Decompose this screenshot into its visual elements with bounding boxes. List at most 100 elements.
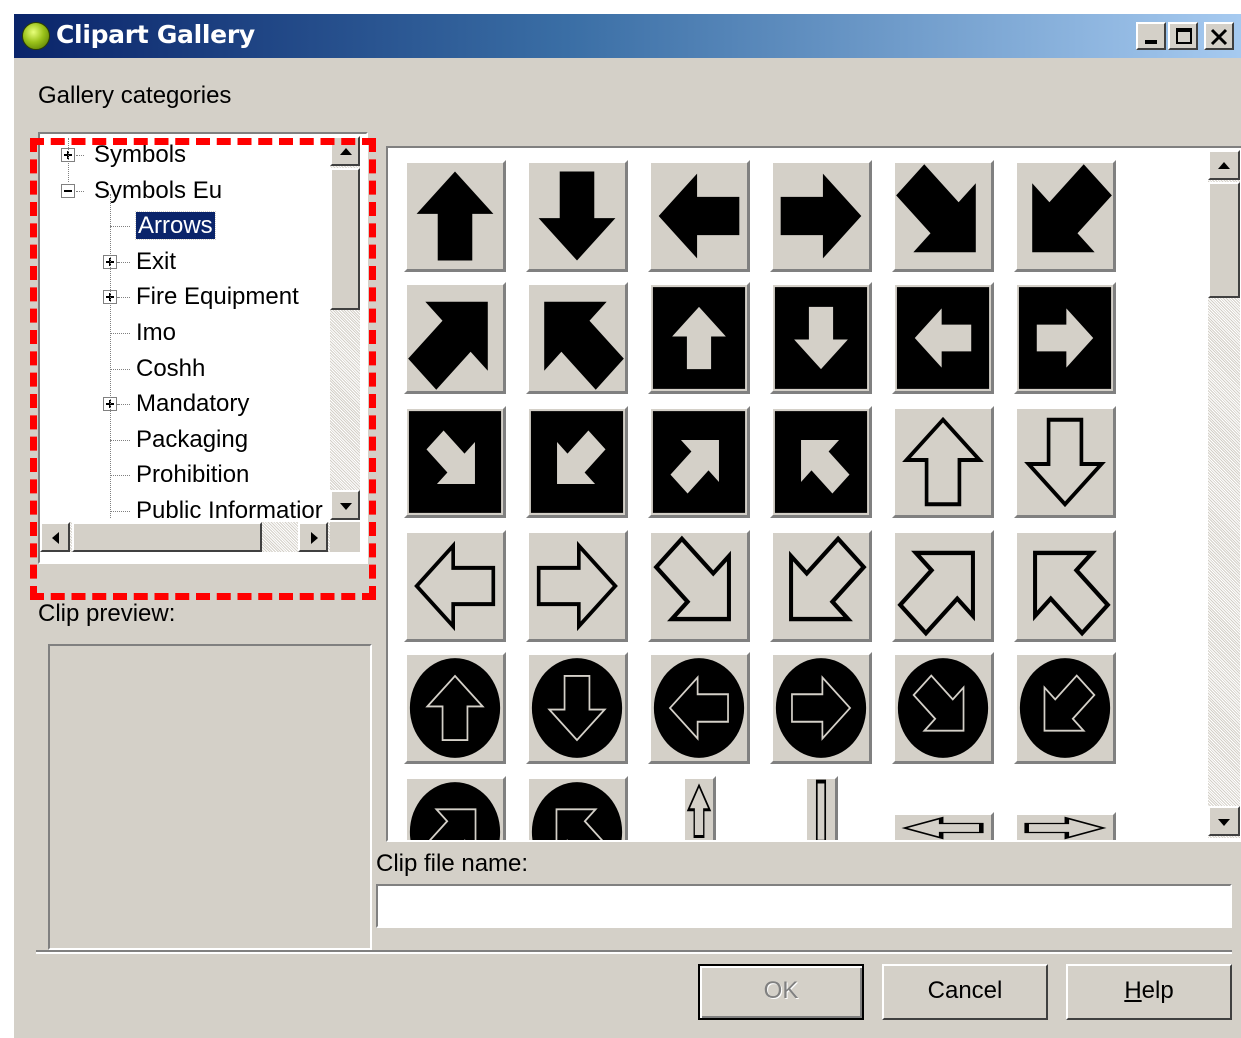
clip-thumbnail[interactable] — [1014, 812, 1116, 840]
arrow-right-icon — [536, 540, 618, 632]
tree-item-mandatory[interactable]: Mandatory — [136, 387, 249, 421]
clip-thumbnail[interactable] — [892, 530, 994, 642]
clip-thumbnail[interactable] — [892, 160, 994, 272]
clip-file-name-field[interactable] — [376, 884, 1232, 928]
clip-thumbnail[interactable] — [404, 652, 506, 764]
clip-thumbnail[interactable] — [1014, 530, 1116, 642]
tree-item-label: Public Informatior — [136, 497, 323, 518]
ok-button[interactable]: OK — [698, 964, 864, 1020]
tree-item-arrows[interactable]: Arrows — [135, 209, 216, 243]
clip-thumbnail[interactable] — [648, 160, 750, 272]
tree-item-imo[interactable]: Imo — [136, 316, 176, 350]
tree-hscroll-thumb[interactable] — [72, 522, 262, 552]
clip-thumbnail[interactable] — [648, 282, 750, 394]
tree-item-public-informatior[interactable]: Public Informatior — [136, 494, 323, 518]
clip-thumbnail[interactable] — [1014, 160, 1116, 272]
clip-thumbnail[interactable] — [648, 652, 750, 764]
collapse-icon[interactable] — [61, 183, 75, 198]
tree-scroll-thumb[interactable] — [330, 168, 360, 310]
tree-item-coshh[interactable]: Coshh — [136, 352, 205, 386]
clip-thumbnail[interactable] — [526, 160, 628, 272]
clip-thumbnail[interactable] — [404, 160, 506, 272]
tree-connector — [110, 439, 130, 441]
scroll-corner — [330, 522, 360, 552]
arrow-up-right-icon — [409, 782, 501, 840]
tree-vertical-scrollbar[interactable] — [330, 136, 360, 520]
tree-connector — [110, 511, 130, 512]
tree-connector — [110, 194, 111, 518]
clip-gallery-grid[interactable] — [386, 146, 1241, 842]
clip-thumbnail[interactable] — [770, 160, 872, 272]
clip-thumbnail[interactable] — [682, 776, 716, 840]
clip-thumbnail[interactable] — [770, 282, 872, 394]
tree-item-exit[interactable]: Exit — [136, 245, 176, 279]
gallery-scroll-up-button[interactable] — [1208, 150, 1240, 180]
clip-thumbnail[interactable] — [526, 776, 628, 840]
clip-thumbnail[interactable] — [770, 530, 872, 642]
tree-scroll-down-button[interactable] — [330, 490, 360, 520]
tree-connector — [68, 138, 69, 182]
cancel-button[interactable]: Cancel — [882, 964, 1048, 1020]
minimize-button[interactable] — [1136, 22, 1166, 50]
clip-thumbnail[interactable] — [770, 406, 872, 518]
clip-thumbnail[interactable] — [526, 282, 628, 394]
arrow-down-icon — [538, 171, 616, 261]
arrow-down-icon — [1218, 819, 1230, 826]
clip-thumbnail[interactable] — [1014, 652, 1116, 764]
ok-button-label: OK — [763, 977, 799, 1004]
clip-thumbnail[interactable] — [892, 812, 994, 840]
tree-connector — [110, 226, 130, 228]
clip-thumbnail[interactable] — [404, 530, 506, 642]
arrow-up-icon — [686, 783, 712, 839]
help-mnemonic: H — [1124, 977, 1142, 1004]
category-tree[interactable]: Symbols Symbols Eu Arrows Exit Fire Equipmen… — [38, 132, 368, 564]
clip-preview-label: Clip preview: — [38, 600, 176, 627]
bar-icon — [815, 779, 827, 840]
clip-thumbnail[interactable] — [804, 776, 838, 840]
maximize-button[interactable] — [1168, 22, 1198, 50]
gallery-vertical-scrollbar[interactable] — [1208, 150, 1240, 838]
clip-thumbnail[interactable] — [770, 652, 872, 764]
gallery-scroll-down-button[interactable] — [1208, 806, 1240, 836]
clip-thumbnail[interactable] — [526, 652, 628, 764]
arrow-up-left-icon — [544, 301, 624, 390]
gallery-categories-label: Gallery categories — [38, 82, 232, 109]
clip-thumbnail[interactable] — [1014, 282, 1116, 394]
tree-item-packaging[interactable]: Packaging — [136, 423, 248, 457]
clip-thumbnail[interactable] — [1014, 406, 1116, 518]
tree-item-symbols[interactable]: Symbols — [94, 138, 186, 172]
clip-thumbnail[interactable] — [892, 282, 994, 394]
tree-item-fire-equipment[interactable]: Fire Equipment — [136, 280, 299, 314]
clipart-gallery-window: Clipart Gallery Gallery categories Symbo… — [12, 12, 1241, 1038]
arrow-down-left-icon — [789, 535, 867, 622]
cancel-button-label: Cancel — [927, 977, 1003, 1004]
tree-connector — [118, 261, 126, 263]
clip-thumbnail[interactable] — [892, 406, 994, 518]
clip-file-name-label: Clip file name: — [376, 850, 529, 877]
clip-thumbnail[interactable] — [404, 282, 506, 394]
tree-item-symbols-eu[interactable]: Symbols Eu — [94, 174, 222, 208]
arrow-right-icon — [311, 532, 318, 544]
clip-thumbnail[interactable] — [526, 406, 628, 518]
arrow-down-icon — [340, 503, 352, 510]
close-button[interactable] — [1204, 22, 1234, 50]
tree-connector — [110, 368, 130, 370]
title-bar[interactable]: Clipart Gallery — [14, 14, 1241, 58]
gallery-scroll-thumb[interactable] — [1208, 182, 1240, 298]
clip-thumbnail[interactable] — [404, 776, 506, 840]
arrow-up-left-icon — [531, 782, 623, 840]
clip-thumbnail[interactable] — [404, 406, 506, 518]
clip-thumbnail[interactable] — [526, 530, 628, 642]
clip-thumbnail[interactable] — [892, 652, 994, 764]
tree-scroll-left-button[interactable] — [40, 522, 70, 552]
tree-scroll-up-button[interactable] — [330, 136, 360, 166]
help-button[interactable]: Help — [1066, 964, 1232, 1020]
tree-horizontal-scrollbar[interactable] — [40, 522, 330, 552]
tree-item-prohibition[interactable]: Prohibition — [136, 458, 249, 492]
arrow-down-right-icon — [653, 535, 731, 622]
arrow-up-left-icon — [774, 411, 868, 513]
tree-scroll-right-button[interactable] — [298, 522, 328, 552]
arrow-up-right-icon — [408, 301, 488, 390]
clip-thumbnail[interactable] — [648, 406, 750, 518]
clip-thumbnail[interactable] — [648, 530, 750, 642]
